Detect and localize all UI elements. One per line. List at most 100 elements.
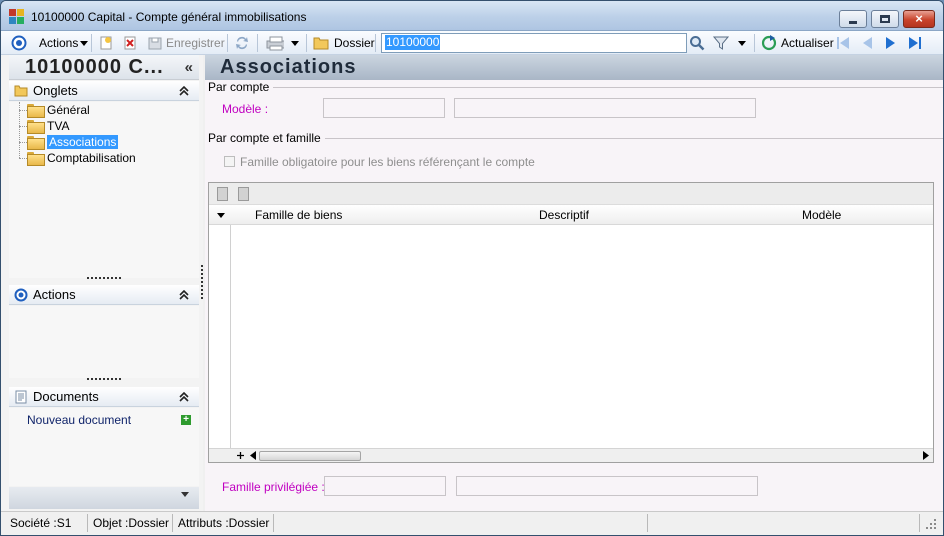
previous-record-button[interactable] (859, 31, 875, 55)
main-panel: Associations Par compte Modèle : Par com… (205, 55, 943, 511)
dropdown-arrow-icon (80, 40, 89, 46)
grid-header: Famille de biens Descriptif Modèle (209, 205, 933, 225)
famille-privilegiee-description-field[interactable] (456, 476, 758, 496)
search-button[interactable] (689, 31, 705, 55)
minimize-icon (849, 21, 857, 24)
new-document-link[interactable]: Nouveau document (27, 413, 131, 427)
scroll-right-icon[interactable] (923, 451, 929, 460)
main-header: Associations (205, 55, 943, 80)
app-window: 10100000 Capital - Compte général immobi… (0, 0, 944, 536)
record-header: 10100000 C... « (9, 55, 199, 80)
actions-menu-button[interactable]: Actions (11, 31, 89, 55)
actions-section-header[interactable]: Actions (9, 285, 199, 305)
famille-obligatoire-checkbox[interactable] (224, 156, 235, 167)
par-compte-group-label: Par compte (208, 80, 274, 94)
search-icon (690, 36, 705, 51)
panel-splitter[interactable] (201, 265, 203, 299)
new-button[interactable] (98, 31, 114, 55)
tab-label: Comptabilisation (47, 151, 136, 165)
save-icon (148, 37, 162, 50)
printer-icon (266, 36, 284, 51)
column-famille-de-biens[interactable]: Famille de biens (255, 208, 342, 222)
actions-body (9, 306, 199, 378)
onglets-section-header[interactable]: Onglets (9, 81, 199, 101)
close-button[interactable]: × (903, 10, 935, 28)
next-record-button[interactable] (883, 31, 899, 55)
filter-icon (713, 36, 729, 50)
next-record-icon (886, 37, 895, 49)
column-descriptif[interactable]: Descriptif (539, 208, 589, 222)
grid-horizontal-scrollbar[interactable] (209, 448, 933, 462)
target-icon (11, 35, 27, 51)
toolbar: Actions Enregistrer Dossier 10100000 101… (1, 31, 943, 55)
folder-icon (27, 152, 45, 166)
status-societe: Société :S1 (10, 516, 72, 530)
column-modele[interactable]: Modèle (802, 208, 841, 222)
print-dropdown-icon (291, 40, 299, 46)
resize-grip-icon[interactable] (925, 518, 937, 530)
collapse-chevron-icon[interactable] (179, 392, 189, 402)
target-icon (14, 288, 28, 302)
tab-associations[interactable]: Associations (27, 134, 119, 150)
panel-scroll-bar[interactable] (9, 487, 199, 509)
sync-button[interactable] (234, 31, 250, 55)
record-title: 10100000 C... (25, 56, 164, 78)
collapse-chevron-icon[interactable] (179, 290, 189, 300)
documents-body: Nouveau document + (9, 408, 199, 486)
tab-comptabilisation[interactable]: Comptabilisation (27, 150, 136, 166)
delete-button[interactable] (122, 31, 138, 55)
dossier-button[interactable]: Dossier (313, 31, 375, 55)
first-record-button[interactable] (835, 31, 851, 55)
status-objet: Objet :Dossier (93, 516, 170, 530)
new-record-icon (100, 36, 112, 50)
last-record-button[interactable] (907, 31, 923, 55)
page-title: Associations (220, 56, 357, 78)
save-label: Enregistrer (166, 36, 225, 50)
actions-label: Actions (39, 36, 79, 50)
grid-new-row-icon[interactable] (217, 187, 228, 201)
famille-obligatoire-label: Famille obligatoire pour les biens référ… (240, 155, 535, 169)
documents-section-header[interactable]: Documents (9, 387, 199, 407)
tab-general[interactable]: Général (27, 102, 90, 118)
modele-label: Modèle : (222, 102, 269, 116)
document-icon (15, 390, 27, 404)
onglets-title: Onglets (33, 83, 78, 98)
modele-description-field[interactable] (454, 98, 756, 118)
grid-edit-row-icon[interactable] (238, 187, 249, 201)
section-resize-grip[interactable] (87, 378, 121, 382)
search-input-selection: 10100000 (385, 35, 441, 50)
families-grid: Famille de biens Descriptif Modèle (208, 182, 934, 463)
section-resize-grip[interactable] (87, 277, 121, 281)
open-folder-icon (27, 136, 45, 150)
minimize-button[interactable] (839, 10, 867, 28)
famille-privilegiee-code-field[interactable] (324, 476, 446, 496)
maximize-button[interactable] (871, 10, 899, 28)
tab-label: Général (47, 103, 90, 117)
tab-tva[interactable]: TVA (27, 118, 69, 134)
dossier-label: Dossier (334, 36, 375, 50)
grid-menu-arrow-icon[interactable] (217, 213, 225, 218)
filter-dropdown-icon (738, 40, 746, 46)
scroll-left-icon[interactable] (250, 451, 256, 460)
maximize-icon (880, 15, 890, 23)
add-row-icon[interactable] (236, 451, 245, 460)
save-button[interactable]: Enregistrer (147, 31, 225, 55)
collapse-panel-button[interactable]: « (185, 59, 193, 76)
filter-button[interactable] (713, 31, 746, 55)
tab-label: TVA (47, 119, 70, 133)
documents-title: Documents (33, 389, 99, 404)
print-button[interactable] (264, 31, 299, 55)
folder-icon (27, 120, 45, 134)
grid-row-header (209, 225, 231, 449)
refresh-button[interactable]: Actualiser (761, 31, 834, 55)
chevron-down-icon[interactable] (181, 492, 189, 497)
collapse-chevron-icon[interactable] (179, 86, 189, 96)
last-record-icon (909, 37, 921, 49)
refresh-icon (761, 35, 777, 51)
refresh-label: Actualiser (781, 36, 834, 50)
grid-toolbar (209, 183, 933, 205)
scroll-thumb[interactable] (259, 451, 361, 461)
modele-code-field[interactable] (323, 98, 445, 118)
add-document-icon[interactable]: + (181, 415, 191, 425)
folder-icon (27, 104, 45, 118)
